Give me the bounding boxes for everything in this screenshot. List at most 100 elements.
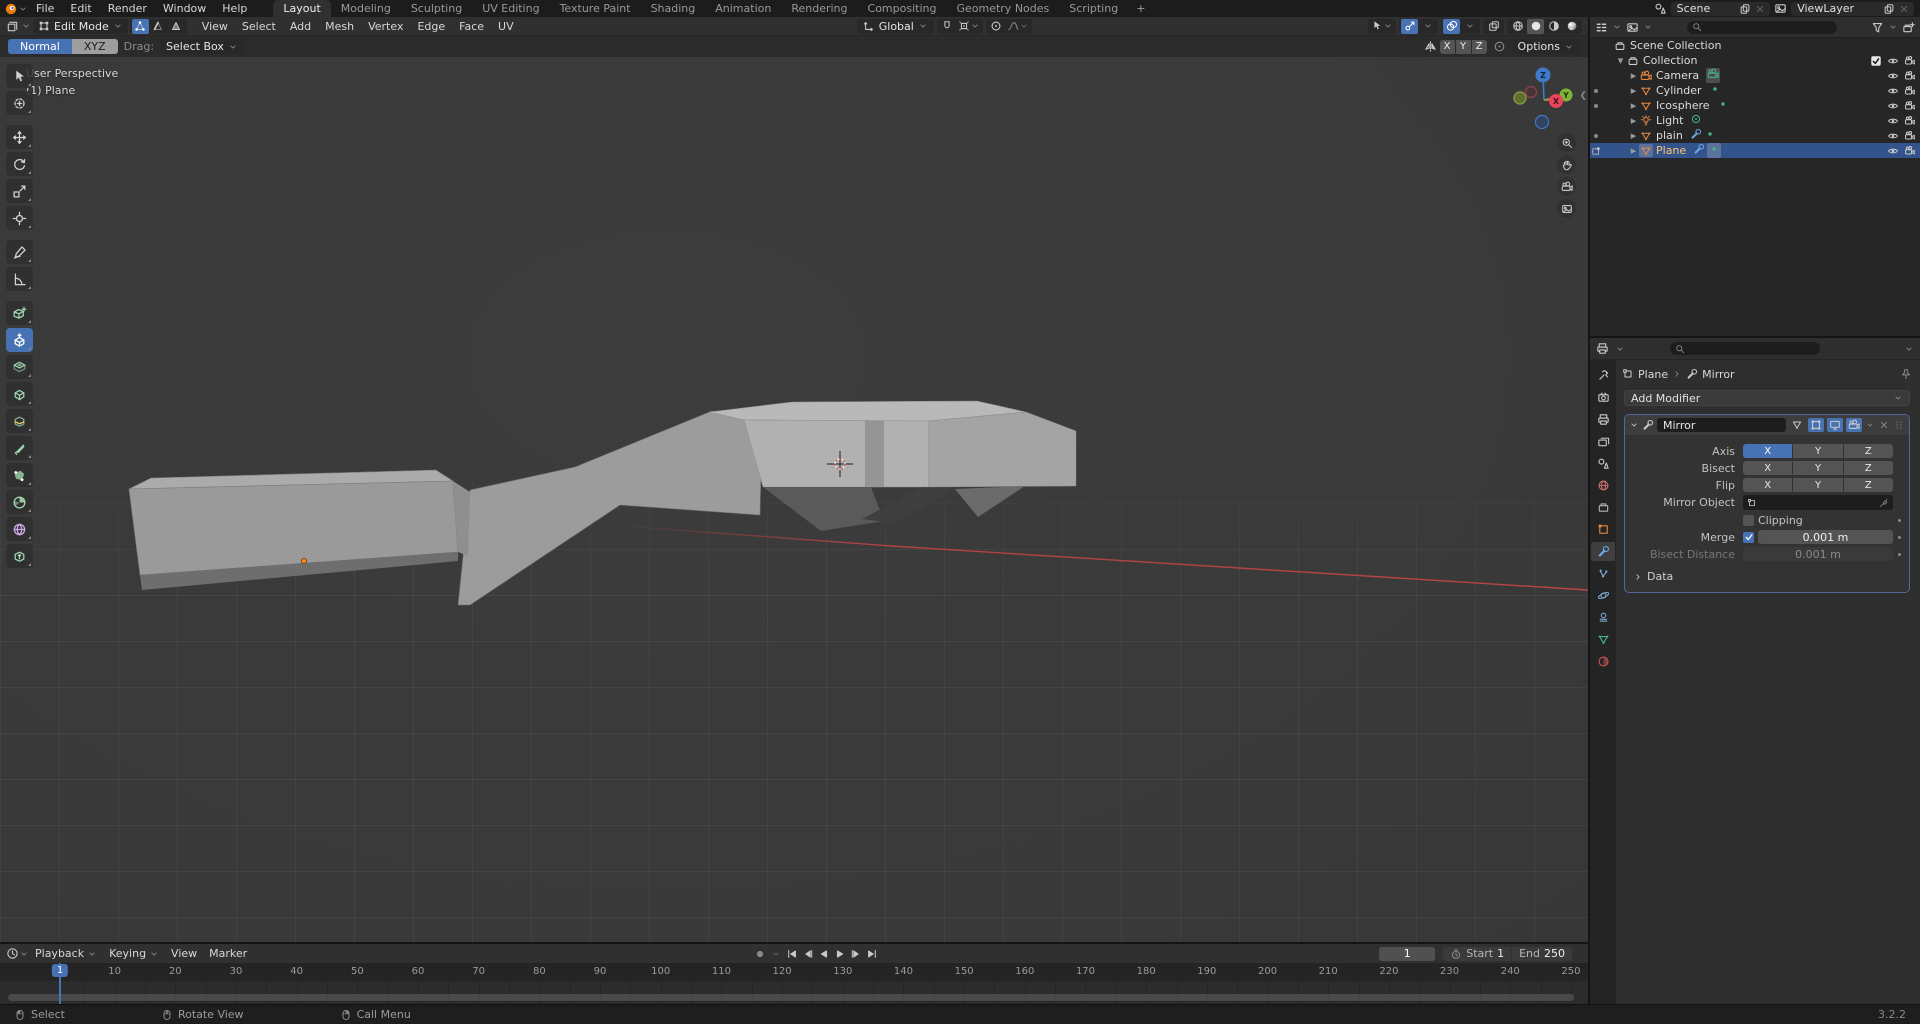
visibility-dropdown[interactable] bbox=[1370, 19, 1394, 34]
editor-type-outliner-icon[interactable] bbox=[1595, 21, 1608, 34]
viewport-menu-uv[interactable]: UV bbox=[491, 17, 521, 36]
bisect-x-button[interactable]: X bbox=[1743, 461, 1792, 475]
workspace-tab-animation[interactable]: Animation bbox=[705, 0, 781, 17]
region-collapse-arrow[interactable]: ❮ bbox=[1579, 91, 1587, 101]
auto-keying-button[interactable] bbox=[753, 946, 768, 961]
properties-tab-output[interactable] bbox=[1591, 410, 1615, 429]
jump-to-end-button[interactable] bbox=[865, 946, 880, 961]
properties-tab-physics[interactable] bbox=[1591, 586, 1615, 605]
properties-tab-modifiers[interactable] bbox=[1591, 542, 1615, 561]
start-frame-field[interactable]: Start 1 bbox=[1443, 947, 1511, 961]
mirror-axis-z-button[interactable]: Z bbox=[1472, 40, 1487, 54]
chevron-down-icon[interactable] bbox=[1629, 420, 1639, 430]
tool-smooth-button[interactable] bbox=[6, 517, 33, 541]
viewport-menu-view[interactable]: View bbox=[195, 17, 235, 36]
tool-bevel-button[interactable] bbox=[6, 382, 33, 406]
tool-rotate-button[interactable] bbox=[6, 152, 33, 176]
flip-z-button[interactable]: Z bbox=[1844, 478, 1893, 492]
gizmo-neg-y-axis[interactable] bbox=[1514, 92, 1526, 104]
viewport-menu-edge[interactable]: Edge bbox=[410, 17, 452, 36]
previous-keyframe-button[interactable] bbox=[801, 946, 816, 961]
tool-cursor-button[interactable] bbox=[6, 91, 33, 115]
tool-knife-button[interactable] bbox=[6, 436, 33, 460]
properties-search-input[interactable] bbox=[1670, 342, 1820, 355]
copy-scene-icon[interactable] bbox=[1739, 3, 1751, 15]
timeline-scrollbar[interactable] bbox=[8, 994, 1574, 1001]
disable-in-render-icon[interactable] bbox=[1904, 55, 1916, 67]
hide-in-viewport-icon[interactable] bbox=[1887, 55, 1899, 67]
xray-toggle-button[interactable] bbox=[1485, 19, 1502, 34]
jump-to-start-button[interactable] bbox=[785, 946, 800, 961]
menu-file[interactable]: File bbox=[28, 0, 62, 17]
outliner-row-plain[interactable]: ▸plain bbox=[1590, 128, 1920, 143]
new-collection-icon[interactable] bbox=[1902, 21, 1915, 34]
mirror-object-field[interactable] bbox=[1743, 495, 1893, 510]
drag-handle-icon[interactable] bbox=[1893, 419, 1905, 431]
auto-keying-dropdown[interactable] bbox=[769, 946, 784, 961]
close-icon[interactable] bbox=[1898, 3, 1910, 15]
snap-toggle-button[interactable] bbox=[939, 19, 956, 34]
tool-add-cube-button[interactable] bbox=[6, 301, 33, 325]
tool-tweak-select-button[interactable] bbox=[6, 64, 33, 88]
timeline-menu-marker[interactable]: Marker bbox=[203, 944, 253, 963]
tool-edge-slide-button[interactable] bbox=[6, 544, 33, 568]
disable-in-render-icon[interactable] bbox=[1904, 115, 1916, 127]
expand-right-icon[interactable]: ▸ bbox=[1628, 144, 1639, 157]
data-subpanel-toggle[interactable]: Data bbox=[1625, 564, 1905, 588]
expand-right-icon[interactable]: ▸ bbox=[1628, 114, 1639, 127]
tool-scale-button[interactable] bbox=[6, 179, 33, 203]
viewlayer-type-icon[interactable] bbox=[1774, 2, 1787, 15]
show-in-editmode-toggle[interactable] bbox=[1789, 418, 1805, 432]
properties-tab-scene[interactable] bbox=[1591, 454, 1615, 473]
copy-viewlayer-icon[interactable] bbox=[1883, 3, 1895, 15]
camera-view-button[interactable] bbox=[1557, 177, 1576, 196]
mirror-toggle-icon[interactable] bbox=[1424, 40, 1437, 53]
viewport-menu-face[interactable]: Face bbox=[452, 17, 491, 36]
outliner-search-input[interactable] bbox=[1687, 21, 1837, 34]
mirror-axis-y-button[interactable]: Y bbox=[1456, 40, 1471, 54]
toggle-perspective-button[interactable] bbox=[1557, 199, 1576, 218]
modifier-extras-dropdown[interactable] bbox=[1865, 420, 1875, 430]
menu-help[interactable]: Help bbox=[214, 0, 255, 17]
hide-in-viewport-icon[interactable] bbox=[1887, 85, 1899, 97]
bisect-y-button[interactable]: Y bbox=[1793, 461, 1842, 475]
merge-threshold-field[interactable]: 0.001 m bbox=[1758, 530, 1893, 544]
workspace-tab-rendering[interactable]: Rendering bbox=[781, 0, 857, 17]
outliner-row-icosphere[interactable]: ▸Icosphere bbox=[1590, 98, 1920, 113]
close-icon[interactable] bbox=[1754, 3, 1766, 15]
tool-extrude-region-button[interactable] bbox=[6, 328, 33, 352]
show-in-render-toggle[interactable] bbox=[1846, 418, 1862, 432]
vertex-select-mode-button[interactable] bbox=[132, 19, 149, 34]
workspace-tab-sculpting[interactable]: Sculpting bbox=[401, 0, 472, 17]
flip-x-button[interactable]: X bbox=[1743, 478, 1792, 492]
drag-tool-dropdown[interactable]: Select Box bbox=[160, 39, 244, 54]
disable-in-render-icon[interactable] bbox=[1904, 70, 1916, 82]
show-on-cage-toggle[interactable] bbox=[1808, 418, 1824, 432]
timeline-channels[interactable] bbox=[0, 981, 1588, 1004]
clipping-checkbox[interactable] bbox=[1743, 515, 1754, 526]
next-keyframe-button[interactable] bbox=[849, 946, 864, 961]
render-checkbox-icon[interactable] bbox=[1870, 55, 1882, 67]
tool-measure-button[interactable] bbox=[6, 267, 33, 291]
overlays-dropdown[interactable] bbox=[1461, 19, 1478, 34]
outliner-row-camera[interactable]: ▸Camera bbox=[1590, 68, 1920, 83]
properties-tab-constraints[interactable] bbox=[1591, 608, 1615, 627]
zoom-view-button[interactable] bbox=[1557, 133, 1576, 152]
current-frame-field[interactable]: 1 bbox=[1379, 947, 1435, 961]
tool-transform-button[interactable] bbox=[6, 206, 33, 230]
mesh-object[interactable] bbox=[0, 57, 1588, 942]
breadcrumb-modifier[interactable]: Mirror bbox=[1702, 368, 1734, 381]
modifier-name-field[interactable]: Mirror bbox=[1657, 418, 1786, 432]
disable-in-render-icon[interactable] bbox=[1904, 130, 1916, 142]
chevron-down-icon[interactable] bbox=[1904, 344, 1914, 354]
axis-z-button[interactable]: Z bbox=[1844, 444, 1893, 458]
properties-tab-tool[interactable] bbox=[1591, 366, 1615, 385]
breadcrumb-object[interactable]: Plane bbox=[1638, 368, 1668, 381]
outliner-row-collection[interactable]: ▾Collection bbox=[1590, 53, 1920, 68]
show-in-viewport-toggle[interactable] bbox=[1827, 418, 1843, 432]
show-gizmo-button[interactable] bbox=[1401, 19, 1418, 34]
hide-in-viewport-icon[interactable] bbox=[1887, 115, 1899, 127]
tool-move-button[interactable] bbox=[6, 125, 33, 149]
play-button[interactable] bbox=[833, 946, 848, 961]
mirror-axis-x-button[interactable]: X bbox=[1440, 40, 1455, 54]
